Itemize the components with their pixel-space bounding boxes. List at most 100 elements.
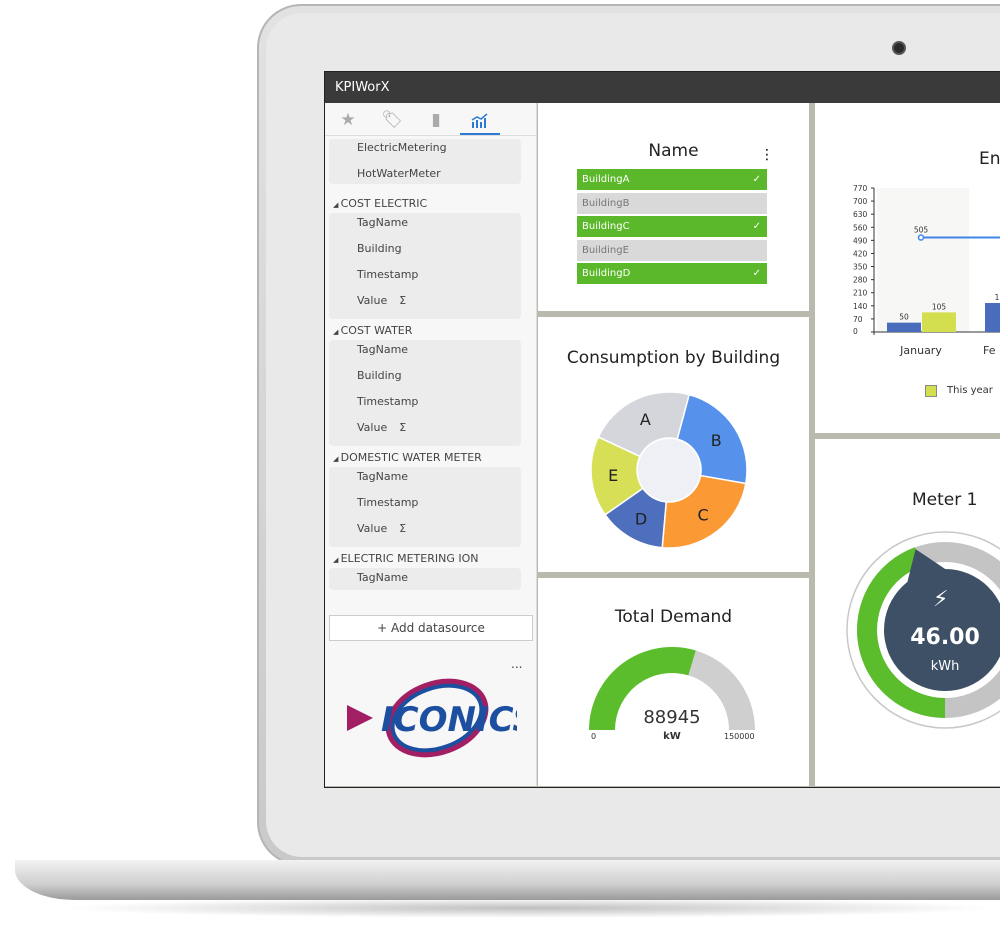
chart-icon[interactable]: [460, 107, 500, 135]
sigma-icon: Σ: [399, 294, 407, 307]
y-tick-label: 350: [853, 263, 868, 272]
y-tick-label: 560: [853, 223, 868, 232]
book-icon[interactable]: ▮: [416, 107, 456, 135]
slice-label: A: [640, 410, 651, 429]
slice-label: E: [608, 466, 618, 485]
meter-unit: kWh: [930, 659, 960, 674]
sigma-icon: Σ: [399, 421, 407, 434]
field-item[interactable]: Value Σ: [357, 421, 406, 434]
y-tick-label: 490: [853, 236, 868, 245]
star-icon[interactable]: ★: [328, 107, 368, 135]
x-tick-label: Fe: [983, 344, 996, 357]
demand-min: 0: [591, 732, 597, 741]
y-tick-label: 0: [853, 327, 858, 336]
group-name: COST WATER: [340, 324, 413, 337]
tag-icon[interactable]: 🏷: [372, 107, 412, 135]
camera: [892, 41, 906, 55]
field-item[interactable]: TagName: [357, 343, 408, 356]
demand-unit: kW: [663, 731, 681, 742]
check-icon: ✓: [752, 174, 761, 185]
sidebar: ★ 🏷 ▮ ElectricMetering HotWaterMeter ◢ COS…: [325, 103, 537, 786]
y-tick-label: 700: [853, 197, 868, 206]
line-point[interactable]: [917, 234, 925, 241]
iconics-logo: ICONICS: [347, 673, 537, 772]
total-demand-panel: Total Demand 88945 kW 0 150000: [538, 578, 809, 786]
app-title: KPIWorX: [325, 72, 1000, 103]
plus-icon: +: [377, 621, 391, 635]
building-filter-row[interactable]: BuildingB: [577, 192, 767, 214]
bar-label: 1: [995, 293, 1000, 302]
check-icon: ✓: [752, 221, 761, 232]
y-tick-label: 210: [853, 289, 868, 298]
y-tick-label: 420: [853, 249, 868, 258]
building-filter-row[interactable]: BuildingC ✓: [577, 216, 767, 237]
field-item[interactable]: TagName: [357, 470, 408, 483]
slice-label: B: [711, 431, 722, 450]
laptop-shadow: [60, 898, 1000, 918]
field-item[interactable]: Value Σ: [357, 522, 406, 535]
y-tick-label: 280: [853, 276, 868, 285]
tag-item[interactable]: HotWaterMeter: [357, 167, 441, 180]
energy-bar-chart: 7707006305604904203502802101407005010515…: [853, 184, 1000, 357]
group-name: ELECTRIC METERING ION: [340, 552, 479, 565]
svg-text:ICONICS: ICONICS: [381, 700, 517, 740]
group-header[interactable]: ◢ COST ELECTRIC: [333, 197, 427, 210]
sigma-icon: Σ: [399, 522, 407, 535]
group-header[interactable]: ◢ ELECTRIC METERING ION: [333, 552, 478, 565]
meter-gauge: [846, 531, 1000, 729]
tag-item[interactable]: ElectricMetering: [357, 141, 447, 154]
laptop-base: [15, 860, 1000, 900]
field-item[interactable]: Building: [357, 369, 402, 382]
field-item[interactable]: Value Σ: [357, 294, 406, 307]
group-header[interactable]: ◢ COST WATER: [333, 324, 412, 337]
slice-label: C: [698, 505, 709, 524]
lightning-icon: ⚡: [933, 587, 949, 612]
collapse-triangle-icon: ◢: [333, 556, 341, 564]
slice-label: D: [635, 509, 647, 528]
energy-chart-panel: En 770 700 630 560 490 420 350 280 210 140 70 0 50 10…: [815, 103, 1000, 433]
add-datasource-button[interactable]: + Add datasource: [329, 615, 533, 641]
panel-menu-button[interactable]: ⋮: [760, 147, 774, 163]
bar[interactable]: [887, 322, 921, 332]
bar[interactable]: [922, 312, 956, 332]
legend-label[interactable]: This year: [947, 385, 993, 396]
consumption-pie-chart: A B C D E: [590, 391, 748, 549]
x-tick-label: January: [899, 344, 942, 357]
collapse-triangle-icon: ◢: [333, 328, 341, 336]
consumption-panel: Consumption by Building ABCDE: [538, 317, 809, 572]
group-name: COST ELECTRIC: [340, 197, 428, 210]
collapse-triangle-icon: ◢: [333, 201, 341, 209]
more-menu[interactable]: ...: [511, 657, 522, 671]
name-filter-panel: Name ⋮ BuildingA ✓ BuildingB BuildingC ✓ Buil…: [538, 103, 809, 311]
group-name: DOMESTIC WATER METER: [340, 451, 482, 464]
y-tick-label: 140: [853, 302, 868, 311]
field-item[interactable]: TagName: [357, 571, 408, 584]
building-filter-row[interactable]: BuildingD ✓: [577, 263, 767, 284]
legend-swatch: [925, 385, 937, 397]
pie-hole: [638, 439, 700, 501]
bar-label: 50: [899, 313, 909, 322]
y-tick-label: 770: [853, 184, 868, 193]
collapse-triangle-icon: ◢: [333, 455, 341, 463]
field-item[interactable]: Timestamp: [357, 496, 418, 509]
bar[interactable]: [985, 303, 1000, 332]
category-band: [877, 188, 969, 332]
bar-label: 105: [932, 302, 947, 311]
meter-value: 46.00: [910, 625, 980, 650]
building-filter-row[interactable]: BuildingE: [577, 239, 767, 261]
field-item[interactable]: TagName: [357, 216, 408, 229]
y-tick-label: 630: [853, 210, 868, 219]
field-item[interactable]: Timestamp: [357, 268, 418, 281]
y-tick-label: 70: [853, 315, 863, 324]
line-label: 505: [914, 226, 929, 235]
check-icon: ✓: [752, 268, 761, 279]
demand-gauge: [589, 647, 755, 730]
field-item[interactable]: Timestamp: [357, 395, 418, 408]
demand-value: 88945: [643, 707, 701, 728]
field-item[interactable]: Building: [357, 242, 402, 255]
add-datasource-label: Add datasource: [390, 621, 485, 635]
building-filter-row[interactable]: BuildingA ✓: [577, 169, 767, 190]
meter-panel: Meter 1 ⚡ 46.00 kWh: [815, 439, 1000, 786]
group-header[interactable]: ◢ DOMESTIC WATER METER: [333, 451, 482, 464]
demand-max: 150000: [724, 732, 755, 741]
